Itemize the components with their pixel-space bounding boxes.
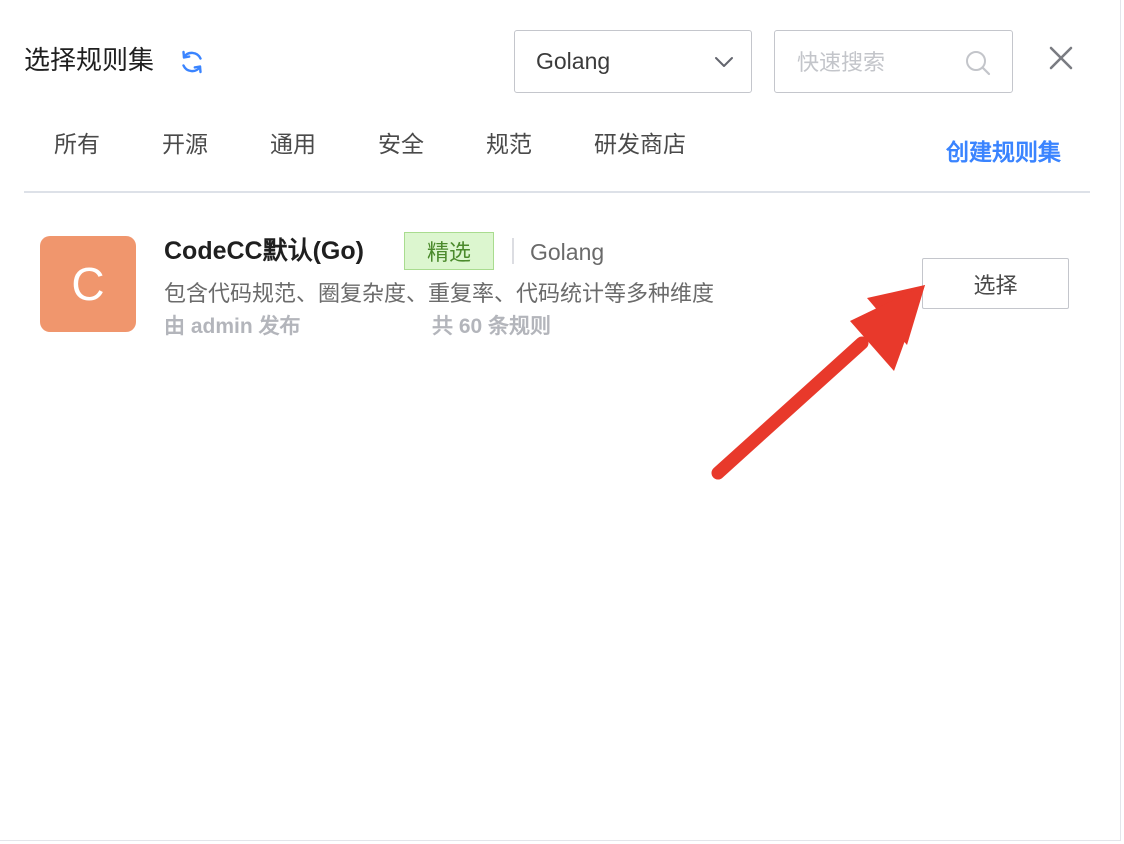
ruleset-language: Golang xyxy=(530,239,605,265)
featured-badge: 精选 xyxy=(404,232,494,270)
tab-security[interactable]: 安全 xyxy=(378,124,424,164)
ruleset-dialog: 选择规则集 Golang 所有 开源 通用 安全 规范 研发商店 创建规则集 C… xyxy=(0,0,1121,841)
search-box[interactable] xyxy=(774,30,1013,94)
language-select[interactable]: Golang xyxy=(514,30,752,93)
ruleset-description: 包含代码规范、圈复杂度、重复率、代码统计等多种维度 xyxy=(164,281,715,306)
tab-all[interactable]: 所有 xyxy=(54,124,100,164)
tab-standards[interactable]: 规范 xyxy=(486,124,532,164)
ruleset-publisher: 由 admin 发布 xyxy=(164,315,301,338)
search-input[interactable] xyxy=(775,31,979,94)
search-icon[interactable] xyxy=(964,49,992,77)
tab-dev-store[interactable]: 研发商店 xyxy=(594,124,686,164)
tab-general[interactable]: 通用 xyxy=(270,124,316,164)
ruleset-rule-count: 共 60 条规则 xyxy=(432,315,552,338)
header-divider xyxy=(24,191,1090,193)
arrow-annotation xyxy=(711,285,925,480)
refresh-icon[interactable] xyxy=(178,48,206,76)
chevron-down-icon xyxy=(715,57,733,67)
select-button[interactable]: 选择 xyxy=(922,258,1069,309)
ruleset-avatar: C xyxy=(40,236,136,332)
language-select-value: Golang xyxy=(536,48,611,74)
vertical-separator xyxy=(512,238,514,264)
create-ruleset-link[interactable]: 创建规则集 xyxy=(946,132,1061,172)
ruleset-name: CodeCC默认(Go) xyxy=(164,237,364,265)
dialog-title: 选择规则集 xyxy=(24,45,155,75)
close-icon[interactable] xyxy=(1046,43,1076,73)
tab-open-source[interactable]: 开源 xyxy=(162,124,208,164)
